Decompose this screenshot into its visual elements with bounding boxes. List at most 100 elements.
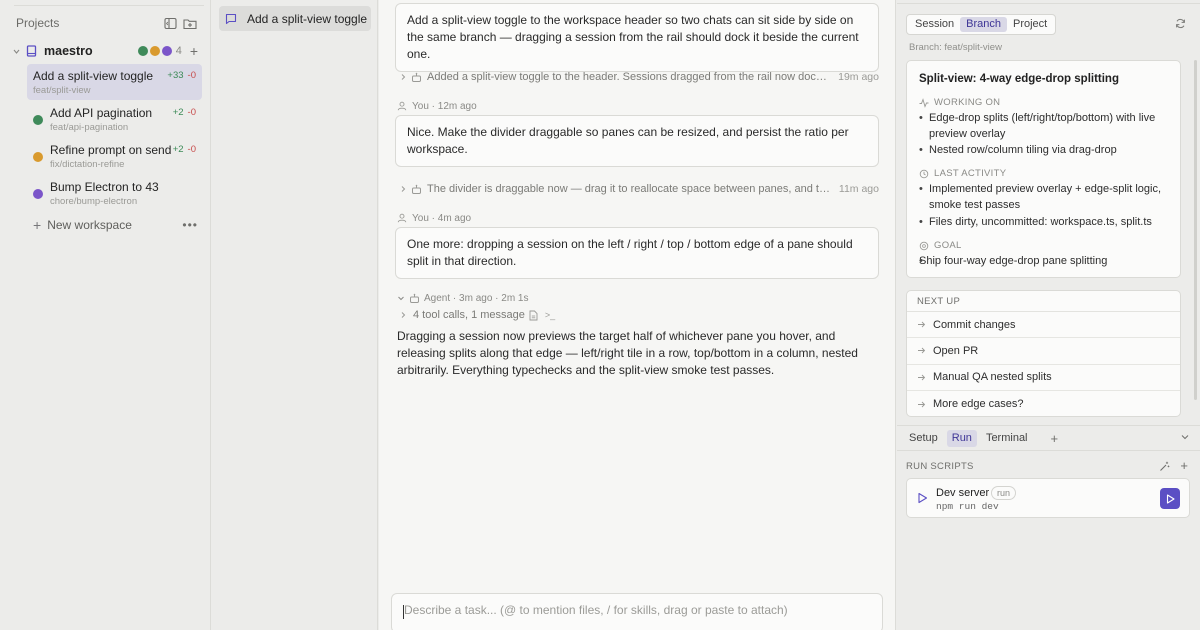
next-up-card: NEXT UP Commit changes Open PR Manual QA… (906, 290, 1181, 417)
chat-bubble-icon (225, 13, 239, 25)
chevron-down-icon[interactable] (1180, 432, 1190, 442)
refresh-icon[interactable] (1175, 18, 1186, 29)
agent-summary-collapsed[interactable]: The divider is draggable now — drag it t… (399, 182, 879, 196)
goal-label: GOAL (934, 240, 962, 251)
session-item[interactable]: Add API pagination feat/api-pagination +… (27, 101, 202, 137)
arrow-right-icon (917, 346, 927, 355)
agent-response: Dragging a session now previews the targ… (397, 329, 858, 377)
next-up-item[interactable]: More edge cases? (907, 391, 1180, 416)
arrow-right-icon (917, 320, 927, 329)
tab-project[interactable]: Project (1007, 17, 1053, 32)
session-item[interactable]: Bump Electron to 43 chore/bump-electron (27, 175, 202, 211)
message-meta: You · 4m ago (397, 212, 471, 224)
target-icon (919, 241, 930, 251)
last-activity-item: Implemented preview overlay + edge-split… (919, 181, 1171, 213)
goal-heading: GOAL (919, 240, 962, 251)
summary-text: The divider is draggable now — drag it t… (427, 183, 833, 195)
workspace-row-maestro[interactable]: maestro 4 + (12, 42, 198, 60)
diff-deletions: -0 (187, 107, 196, 118)
sidebar-header: Projects (16, 15, 198, 31)
plus-icon: + (33, 217, 42, 233)
branch-label: Branch: feat/split-view (909, 42, 1002, 53)
context-panel: Session Branch Project Branch: feat/spli… (897, 0, 1200, 630)
bottom-tabs: Setup Run Terminal + (897, 425, 1200, 451)
panel-divider (897, 3, 1200, 4)
message-author-time: You · 12m ago (412, 100, 477, 112)
tool-calls-toggle[interactable]: 4 tool calls, 1 message >_ (399, 308, 555, 322)
file-icon (529, 310, 541, 321)
session-diff: +2 -0 (173, 107, 196, 118)
run-scripts-heading: RUN SCRIPTS (906, 461, 974, 472)
working-on-label: WORKING ON (934, 97, 1001, 108)
diff-deletions: -0 (187, 144, 196, 155)
arrow-right-icon (917, 400, 927, 409)
add-tab-icon[interactable]: + (1051, 431, 1059, 446)
next-up-item[interactable]: Commit changes (907, 312, 1180, 339)
magic-wand-icon[interactable] (1159, 461, 1170, 472)
agent-summary-collapsed[interactable]: Added a split-view toggle to the header.… (399, 70, 879, 84)
chevron-down-icon[interactable] (12, 47, 24, 56)
run-script-item[interactable]: Dev server run npm run dev (906, 478, 1190, 518)
rail-chat-item[interactable]: Add a split-view toggle (219, 6, 371, 31)
composer[interactable] (391, 593, 883, 630)
summary-text: Added a split-view toggle to the header.… (427, 71, 832, 83)
last-activity-label: LAST ACTIVITY (934, 168, 1007, 179)
script-name: Dev server (936, 487, 990, 499)
diff-additions: +2 (172, 144, 184, 155)
session-branch: fix/dictation-refine (50, 159, 125, 170)
add-session-icon[interactable]: + (190, 44, 198, 58)
next-up-label: Commit changes (933, 318, 1016, 331)
chevron-right-icon[interactable] (399, 73, 409, 81)
robot-icon (411, 184, 423, 195)
diff-deletions: -0 (187, 70, 196, 81)
diff-additions: +33 (167, 70, 184, 81)
chevron-right-icon[interactable] (399, 185, 409, 193)
session-title: Add a split-view toggle (33, 69, 154, 83)
tab-setup[interactable]: Setup (904, 430, 943, 447)
task-input[interactable] (404, 603, 874, 617)
play-outline-icon[interactable] (917, 492, 928, 504)
next-up-label: Open PR (933, 344, 979, 357)
history-icon (919, 169, 930, 179)
user-icon (397, 101, 408, 111)
user-message: Add a split-view toggle to the workspace… (395, 3, 879, 72)
session-diff: +33 -0 (167, 70, 196, 81)
tab-run[interactable]: Run (946, 429, 977, 447)
script-command: npm run dev (936, 501, 999, 512)
status-dot-purple (161, 46, 172, 56)
branch-summary-card: Split-view: 4-way edge-drop splitting WO… (906, 60, 1181, 278)
next-up-item[interactable]: Manual QA nested splits (907, 365, 1180, 391)
next-up-label: Manual QA nested splits (933, 371, 1052, 384)
session-status-dots (136, 46, 172, 56)
tab-session[interactable]: Session (909, 17, 960, 32)
sidebar-title: Projects (16, 16, 60, 30)
rail-chat-label: Add a split-view toggle (247, 11, 368, 26)
chevron-right-icon[interactable] (399, 311, 409, 319)
terminal-icon: >_ (544, 310, 556, 320)
session-item[interactable]: Add a split-view toggle feat/split-view … (27, 64, 202, 100)
new-workspace-label: New workspace (47, 218, 132, 232)
working-on-item: Nested row/column tiling via drag-drop (919, 142, 1171, 158)
add-script-icon[interactable]: + (1180, 459, 1188, 472)
session-item[interactable]: Refine prompt on send fix/dictation-refi… (27, 138, 202, 174)
agent-meta[interactable]: Agent · 3m ago · 2m 1s (397, 292, 529, 304)
run-script-button[interactable] (1160, 488, 1180, 509)
play-icon (1166, 493, 1175, 504)
message-meta: You · 12m ago (397, 100, 477, 112)
card-title: Split-view: 4-way edge-drop splitting (919, 73, 1119, 85)
more-options-icon[interactable]: ••• (182, 218, 198, 232)
activity-icon (919, 97, 930, 108)
folder-plus-icon[interactable] (182, 15, 198, 31)
tab-terminal[interactable]: Terminal (981, 430, 1033, 447)
panel-collapse-icon[interactable] (162, 15, 178, 31)
new-workspace-button[interactable]: + New workspace ••• (33, 216, 198, 234)
next-up-item[interactable]: Open PR (907, 338, 1180, 365)
tab-branch[interactable]: Branch (960, 17, 1007, 32)
last-activity-heading: LAST ACTIVITY (919, 168, 1006, 179)
projects-sidebar: Projects maestro 4 + Add a split-view to… (0, 0, 211, 630)
panel-scrollbar[interactable] (1194, 60, 1197, 400)
summary-time: 11m ago (838, 183, 879, 195)
workspace-name: maestro (44, 44, 93, 58)
goal-text: Ship four-way edge-drop pane splitting (919, 253, 1171, 269)
chevron-down-icon[interactable] (397, 294, 407, 302)
